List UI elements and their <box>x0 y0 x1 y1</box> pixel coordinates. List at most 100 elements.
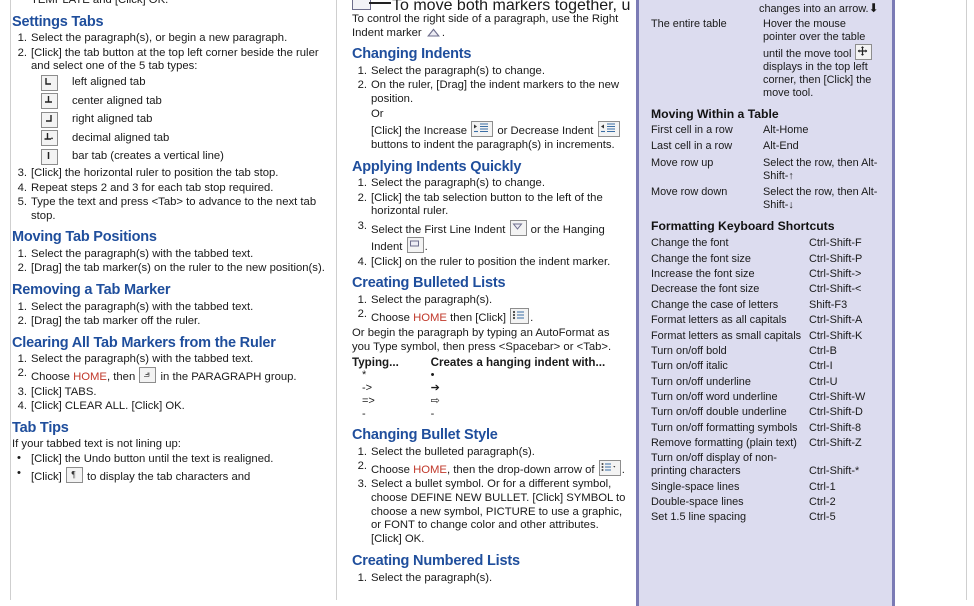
step-number: 1. <box>357 571 367 584</box>
left-column: TEMPLATE and [Click] OK. Settings Tabs 1… <box>12 0 334 486</box>
list-item: left aligned tab <box>12 74 334 91</box>
heading-clearing-all-tab-markers: Clearing All Tab Markers from the Ruler <box>12 334 276 351</box>
step-number: 3. <box>357 478 367 491</box>
creating-numbered-lists-steps: 1. Select the paragraph(s). <box>352 572 630 586</box>
list-item: 1. Select the paragraph(s). <box>352 572 630 586</box>
bullet-text: [Click] the Undo button until the text i… <box>31 452 274 465</box>
list-item: 1. Select the paragraph(s) to change. <box>352 177 630 191</box>
step-number: 2. <box>357 79 367 92</box>
action-cell: Turn on/off double underline <box>651 406 787 419</box>
typed-symbol: => <box>362 395 375 408</box>
step-number: 4. <box>17 399 27 412</box>
step-number: 2. <box>17 314 27 327</box>
heading-moving-within-a-table: Moving Within a Table <box>651 107 779 122</box>
step-number: 4. <box>357 255 367 268</box>
table-row: Turn on/off word underline Ctrl-Shift-W <box>651 390 882 405</box>
action-cell: Increase the font size <box>651 267 755 280</box>
list-item: 1. Select the paragraph(s), or begin a ne… <box>12 32 334 46</box>
list-item: bar tab (creates a vertical line) <box>12 148 334 165</box>
autoformat-note: Or begin the paragraph by typing an Auto… <box>352 326 612 353</box>
bulleted-list-icon <box>510 308 530 325</box>
typed-symbol: - <box>362 408 366 421</box>
action-cell: Single-space lines <box>651 480 740 493</box>
action-cell: Format letters as all capitals <box>651 314 787 327</box>
step-number: 5. <box>17 195 27 208</box>
bullet-library-dropdown-icon <box>598 460 621 477</box>
list-item: 4. [Click] CLEAR ALL. [Click] OK. <box>12 400 334 414</box>
step-text: [Click] the tab selection button to the … <box>371 191 603 218</box>
step-number: 2. <box>17 367 27 380</box>
step-text: Select the bulleted paragraph(s). <box>371 445 535 458</box>
table-row: Decrease the font size Ctrl-Shift-< <box>651 282 882 297</box>
list-item: 4. Repeat steps 2 and 3 for each tab stop… <box>12 182 334 196</box>
action-cell: Turn on/off italic <box>651 360 728 373</box>
tab-type-list: left aligned tab center aligned tab righ… <box>12 74 334 165</box>
step-number: 1. <box>357 64 367 77</box>
list-item: • [Click] ¶ to display the tab characters… <box>12 467 334 485</box>
moving-within-table-table: First cell in a row Alt-Home Last cell i… <box>651 124 882 214</box>
action-cell: Turn on/off underline <box>651 375 751 388</box>
table-row: Turn on/off italic Ctrl-I <box>651 359 882 374</box>
action-cell: Turn on/off word underline <box>651 391 778 404</box>
tab-type-label: center aligned tab <box>72 94 162 107</box>
step-text: Select the paragraph(s). <box>371 571 493 584</box>
heading-changing-indents: Changing Indents <box>352 46 472 63</box>
move-table-value: Hover the mouse pointer over the table u… <box>763 17 882 102</box>
table-row: Turn on/off double underline Ctrl-Shift-D <box>651 405 882 420</box>
move-tool-icon <box>855 43 873 60</box>
formatting-shortcuts-table: Change the font Ctrl-Shift-F Change the f… <box>651 236 882 526</box>
keys-cell: Ctrl-Shift-D <box>809 406 863 419</box>
tab-type-label: bar tab (creates a vertical line) <box>72 150 224 163</box>
keys-cell: Ctrl-Shift-> <box>809 267 862 280</box>
action-cell: Remove formatting (plain text) <box>651 437 797 450</box>
step-number: 1. <box>17 248 27 260</box>
right-indent-marker-icon <box>426 28 440 37</box>
table-row: => ⇨ <box>352 395 630 408</box>
move-table-table: The entire table Hover the mouse pointer… <box>651 17 882 102</box>
step-text: [Drag] the tab marker off the ruler. <box>31 314 201 327</box>
left-indent-marker-note: To move both markers together, use the L… <box>392 0 630 14</box>
list-item: 1. Select the paragraph(s) with the tabbe… <box>12 353 334 367</box>
table-row: Last cell in a row Alt-End <box>651 140 882 156</box>
typing-column-header: Typing... <box>352 356 399 370</box>
keys-cell: Ctrl-Shift-F <box>809 237 862 250</box>
step-text: On the ruler, [Drag] the indent markers … <box>371 79 620 105</box>
table-row: First cell in a row Alt-Home <box>651 124 882 140</box>
step-number: 2. <box>17 46 27 59</box>
list-item: 1. Select the paragraph(s) with the tabbe… <box>12 301 334 315</box>
step-text: [Click] the tab button at the top left c… <box>31 46 319 73</box>
action-cell: Move row up <box>651 156 714 169</box>
keys-cell: Ctrl-Shift-< <box>809 283 862 296</box>
table-row: - - <box>352 408 630 421</box>
step-text: Select the paragraph(s) to change. <box>371 64 545 77</box>
step-number: 3. <box>17 385 27 398</box>
action-cell: Turn on/off display of non-printing char… <box>651 451 777 478</box>
keys-cell: Ctrl-Shift-P <box>809 252 863 265</box>
list-item: 2. [Click] the tab selection button to th… <box>352 192 630 219</box>
keys-cell: Select the row, then Alt-Shift-↑ <box>763 156 878 182</box>
table-row: Move row up Select the row, then Alt-Shi… <box>651 156 882 185</box>
first-line-indent-icon <box>509 219 527 236</box>
table-row: Change the font size Ctrl-Shift-P <box>651 251 882 266</box>
keys-cell: Ctrl-B <box>809 344 837 357</box>
changing-indents-or-label: Or <box>371 107 384 120</box>
list-item: 1. Select the paragraph(s) to change. <box>352 65 630 79</box>
list-item: 2. Choose HOME then [Click] . <box>352 308 630 326</box>
action-cell: Change the case of letters <box>651 298 779 311</box>
pilcrow-icon: ¶ <box>65 467 83 484</box>
keys-cell: Select the row, then Alt-Shift-↓ <box>763 185 878 211</box>
table-row: Turn on/off bold Ctrl-B <box>651 344 882 359</box>
quick-reference-card-page: TEMPLATE and [Click] OK. Settings Tabs 1… <box>0 0 974 606</box>
center-tab-icon <box>41 93 58 110</box>
svg-text:¶: ¶ <box>71 470 75 480</box>
step-text: Choose <box>371 464 414 477</box>
action-cell: Format letters as small capitals <box>651 329 802 342</box>
heading-creating-bulleted-lists: Creating Bulleted Lists <box>352 275 506 292</box>
list-item: 3. Select a bullet symbol. Or for a diffe… <box>352 478 630 547</box>
list-item: right aligned tab <box>12 111 334 128</box>
table-row: Single-space lines Ctrl-1 <box>651 479 882 494</box>
step-text: [Click] on the ruler to position the ind… <box>371 255 611 268</box>
table-row: Format letters as all capitals Ctrl-Shift… <box>651 313 882 328</box>
typing-autoformat-table: Typing... Creates a hanging indent with.… <box>352 355 630 421</box>
step-text: . <box>424 241 428 254</box>
